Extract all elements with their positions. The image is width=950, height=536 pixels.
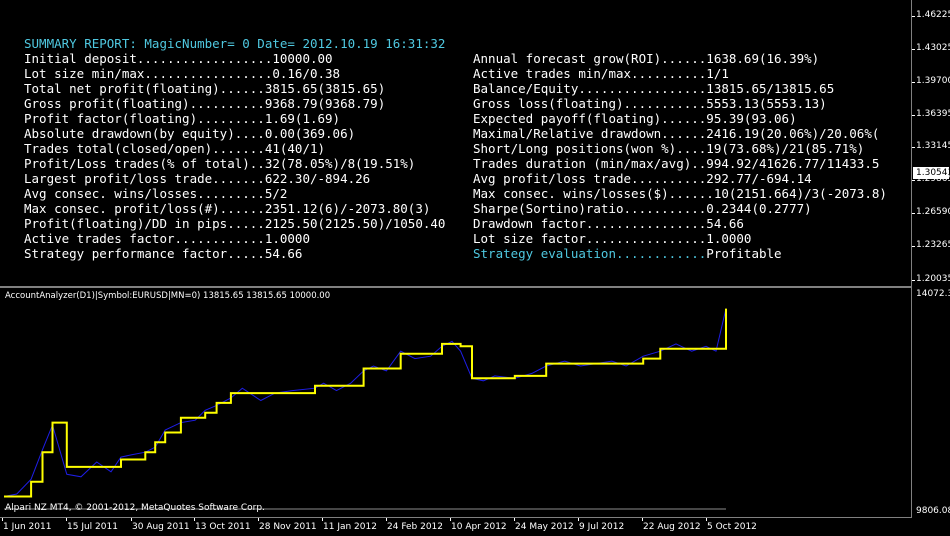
time-tick bbox=[578, 518, 579, 521]
report-row: Active trades factor............1.0000 Lo… bbox=[24, 231, 751, 246]
report-row: Strategy performance factor.....54.66 Str… bbox=[24, 246, 782, 261]
summary-report: SUMMARY REPORT: MagicNumber= 0 Date= 201… bbox=[24, 36, 887, 261]
price-label: 1.20035 bbox=[916, 274, 950, 284]
report-row: Max consec. profit/loss(#)......2351.12(… bbox=[24, 201, 812, 216]
report-row: Absolute drawdown(by equity)....0.00(369… bbox=[24, 126, 879, 141]
report-right-cell: Gross loss(floating)...........5553.13(5… bbox=[473, 96, 827, 111]
report-left-cell: Trades total(closed/open).......41(40/1) bbox=[24, 141, 326, 156]
balance-line bbox=[4, 308, 727, 498]
report-left-cell: Total net profit(floating)......3815.65(… bbox=[24, 81, 386, 96]
price-tick bbox=[912, 115, 915, 116]
report-left-cell: Profit(floating)/DD in pips.....2125.50(… bbox=[24, 216, 446, 231]
evaluation-value: Profitable bbox=[706, 246, 782, 261]
indicator-max-label: 14072.31 bbox=[916, 289, 950, 299]
time-tick bbox=[258, 518, 259, 521]
report-left-cell: Absolute drawdown(by equity)....0.00(369… bbox=[24, 126, 356, 141]
time-axis[interactable]: 1 Jun 2011 15 Jul 2011 30 Aug 2011 13 Oct 2… bbox=[0, 518, 912, 536]
price-label: 1.36395 bbox=[916, 109, 950, 119]
price-tick bbox=[912, 49, 915, 50]
time-label: 22 Aug 2012 bbox=[643, 522, 701, 532]
report-left-cell: Gross profit(floating)..........9368.79(… bbox=[24, 96, 386, 111]
report-left-cell: Lot size min/max.................0.16/0.… bbox=[24, 66, 341, 81]
price-tick bbox=[912, 180, 915, 181]
report-right-cell: Avg profit/loss trade..........292.77/-6… bbox=[473, 171, 812, 186]
report-right-cell: Short/Long positions(won %)....19(73.68%… bbox=[473, 141, 865, 156]
report-right-cell: Max consec. wins/losses($)......10(2151.… bbox=[473, 186, 887, 201]
price-scale[interactable]: 1.46225 1.43025 1.39700 1.36395 1.33145 1.298… bbox=[912, 0, 950, 518]
report-row: Largest profit/loss trade.......622.30/-… bbox=[24, 171, 812, 186]
report-left-cell: Largest profit/loss trade.......622.30/-… bbox=[24, 171, 371, 186]
report-right-cell: Expected payoff(floating)......95.39(93.… bbox=[473, 111, 797, 126]
report-left-cell: Initial deposit..................10000.0… bbox=[24, 51, 333, 66]
price-tick bbox=[912, 147, 915, 148]
time-tick bbox=[2, 518, 3, 521]
price-label: 1.43025 bbox=[916, 43, 950, 53]
time-tick bbox=[194, 518, 195, 521]
time-tick bbox=[514, 518, 515, 521]
price-label: 1.39700 bbox=[916, 76, 950, 86]
time-tick bbox=[642, 518, 643, 521]
time-tick bbox=[706, 518, 707, 521]
account-equity-chart bbox=[3, 308, 727, 510]
report-row: Trades total(closed/open).......41(40/1)… bbox=[24, 141, 864, 156]
time-label: 9 Jul 2012 bbox=[579, 522, 625, 532]
time-tick bbox=[131, 518, 132, 521]
price-tick bbox=[912, 280, 915, 281]
report-left-cell: Profit factor(floating).........1.69(1.6… bbox=[24, 111, 341, 126]
price-label: 1.33145 bbox=[916, 141, 950, 151]
time-tick bbox=[386, 518, 387, 521]
price-tick bbox=[912, 246, 915, 247]
report-row: Profit factor(floating).........1.69(1.6… bbox=[24, 111, 797, 126]
report-right-cell: Balance/Equity.................13815.65/… bbox=[473, 81, 835, 96]
time-label: 24 May 2012 bbox=[515, 522, 574, 532]
time-label: 28 Nov 2011 bbox=[259, 522, 317, 532]
time-label: 24 Feb 2012 bbox=[387, 522, 444, 532]
report-row: Initial deposit..................10000.0… bbox=[24, 51, 819, 66]
time-label: 30 Aug 2011 bbox=[132, 522, 190, 532]
report-left-cell: Avg consec. wins/losses.........5/2 bbox=[24, 186, 288, 201]
report-right-cell: Active trades min/max..........1/1 bbox=[473, 66, 729, 81]
report-right-cell: Annual forecast grow(ROI)......1638.69(1… bbox=[473, 51, 820, 66]
report-row: Lot size min/max.................0.16/0.… bbox=[24, 66, 729, 81]
time-label: 1 Jun 2011 bbox=[3, 522, 52, 532]
time-tick bbox=[66, 518, 67, 521]
time-label: 11 Jan 2012 bbox=[323, 522, 377, 532]
copyright-text: Alpari NZ MT4, © 2001-2012, MetaQuotes S… bbox=[5, 503, 265, 513]
report-row: Profit/Loss trades(% of total)..32(78.05… bbox=[24, 156, 879, 171]
report-right-cell: Strategy evaluation............Profitabl… bbox=[473, 246, 782, 261]
time-label: 5 Oct 2012 bbox=[707, 522, 757, 532]
report-rows: Initial deposit..................10000.0… bbox=[24, 51, 887, 261]
equity-line bbox=[3, 308, 727, 497]
price-label: 1.23265 bbox=[916, 240, 950, 250]
current-price-marker: 1.30543 bbox=[913, 167, 950, 179]
report-left-cell: Active trades factor............1.0000 bbox=[24, 231, 310, 246]
time-tick bbox=[322, 518, 323, 521]
report-right-cell: Drawdown factor................54.66 bbox=[473, 216, 744, 231]
time-tick bbox=[450, 518, 451, 521]
report-row: Gross profit(floating)..........9368.79(… bbox=[24, 96, 827, 111]
report-row: Total net profit(floating)......3815.65(… bbox=[24, 81, 834, 96]
price-tick bbox=[912, 16, 915, 17]
report-right-cell: Maximal/Relative drawdown......2416.19(2… bbox=[473, 126, 880, 141]
terminal-window: SUMMARY REPORT: MagicNumber= 0 Date= 201… bbox=[0, 0, 950, 536]
report-left-cell: Strategy performance factor.....54.66 bbox=[24, 246, 303, 261]
report-row: Profit(floating)/DD in pips.....2125.50(… bbox=[24, 216, 744, 231]
time-label: 13 Oct 2011 bbox=[195, 522, 251, 532]
report-left-cell: Max consec. profit/loss(#)......2351.12(… bbox=[24, 201, 431, 216]
report-row: Avg consec. wins/losses.........5/2 Max c… bbox=[24, 186, 887, 201]
indicator-min-label: 9806.08 bbox=[916, 506, 950, 516]
report-right-cell: Trades duration (min/max/avg)..994.92/41… bbox=[473, 156, 880, 171]
price-tick bbox=[912, 213, 915, 214]
report-right-cell: Sharpe(Sortino)ratio...........0.2344(0.… bbox=[473, 201, 812, 216]
report-title: SUMMARY REPORT: MagicNumber= 0 Date= 201… bbox=[24, 36, 446, 51]
price-label: 1.46225 bbox=[916, 10, 950, 20]
time-label: 10 Apr 2012 bbox=[451, 522, 507, 532]
evaluation-label: Strategy evaluation............ bbox=[473, 246, 707, 261]
price-tick bbox=[912, 82, 915, 83]
price-label: 1.26590 bbox=[916, 207, 950, 217]
report-right-cell: Lot size factor................1.0000 bbox=[473, 231, 752, 246]
report-left-cell: Profit/Loss trades(% of total)..32(78.05… bbox=[24, 156, 416, 171]
time-label: 15 Jul 2011 bbox=[67, 522, 118, 532]
